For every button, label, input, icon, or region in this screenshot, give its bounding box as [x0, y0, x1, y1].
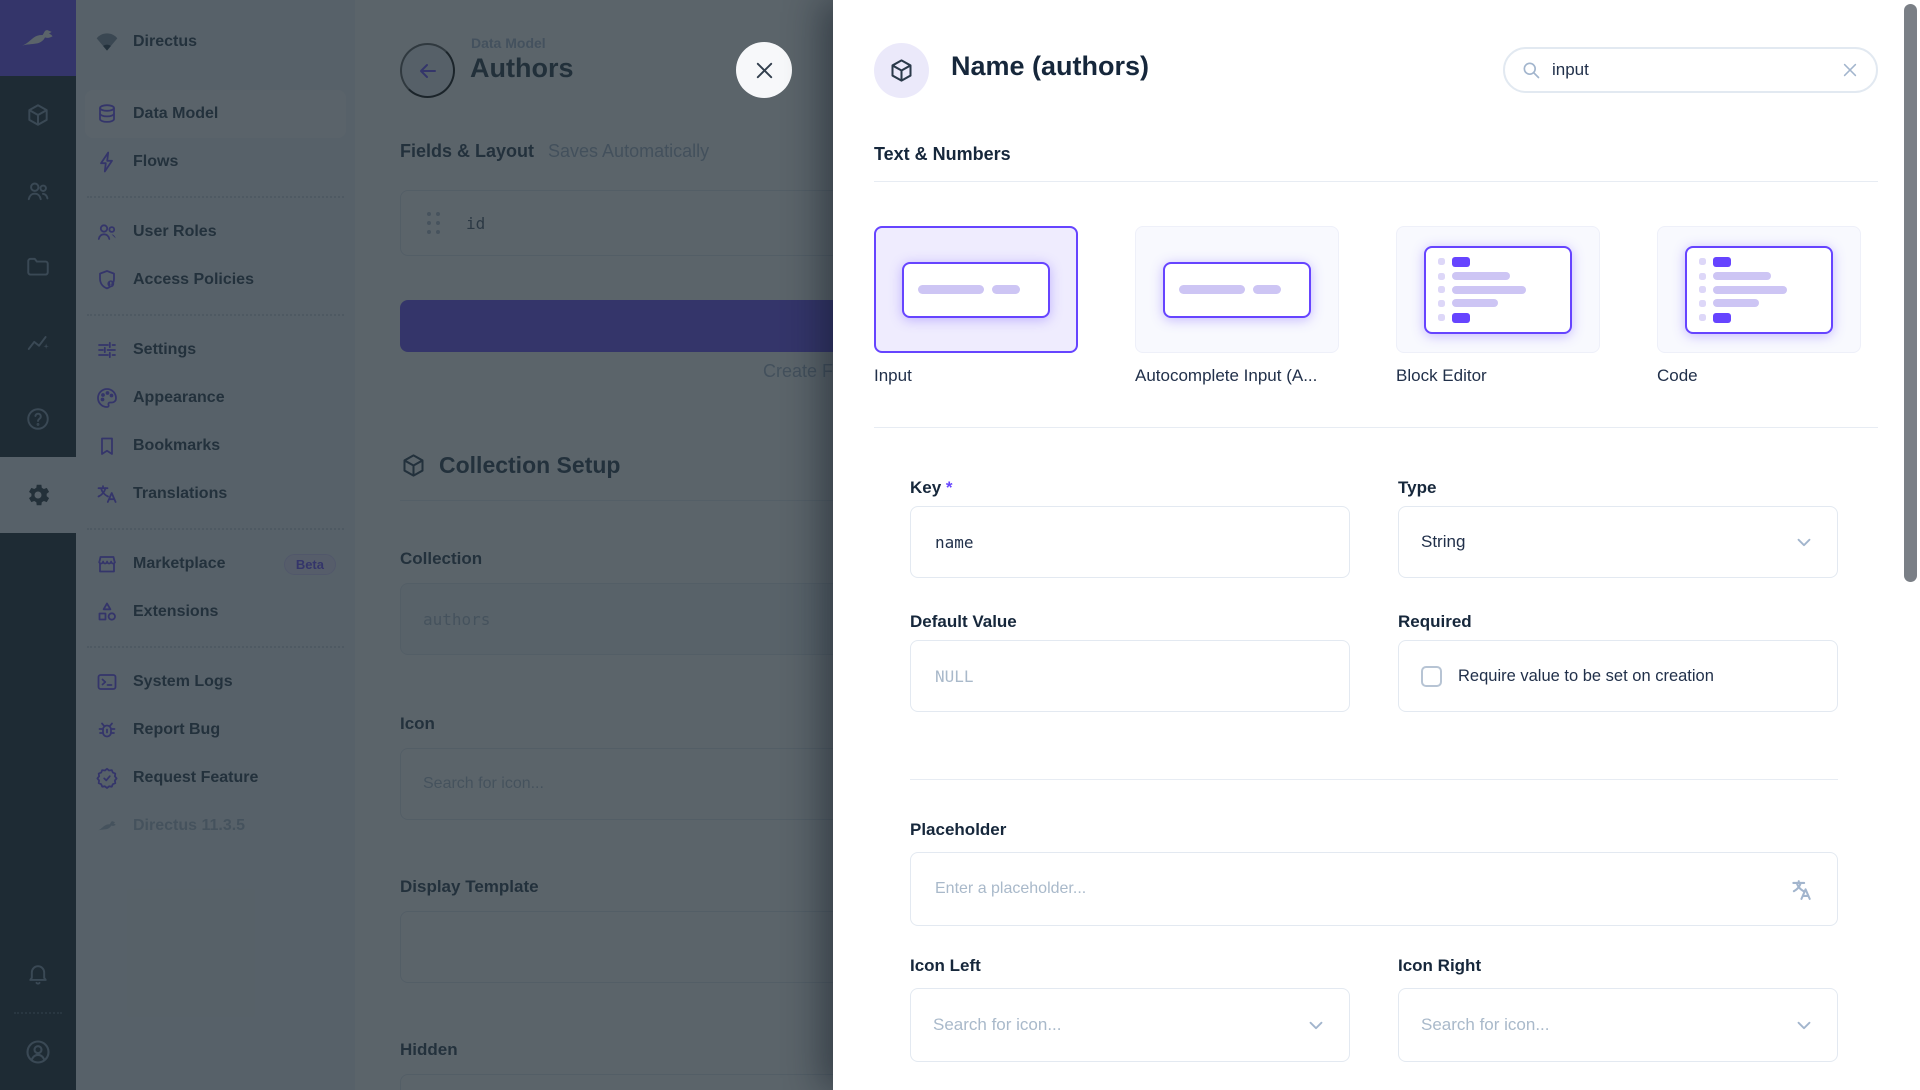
icon-left-placeholder: Search for icon...	[933, 1015, 1062, 1035]
required-field: Require value to be set on creation	[1398, 640, 1838, 712]
icon-right-label: Icon Right	[1398, 956, 1481, 976]
chevron-down-icon	[1793, 1014, 1815, 1036]
translate-icon[interactable]	[1789, 877, 1815, 903]
required-checkbox-label: Require value to be set on creation	[1458, 667, 1714, 686]
drawer-close-button[interactable]	[736, 42, 792, 98]
required-mark: *	[946, 478, 953, 497]
icon-left-select[interactable]: Search for icon...	[910, 988, 1350, 1062]
type-value: String	[1421, 532, 1465, 552]
scrollbar[interactable]	[1904, 4, 1917, 582]
required-label: Required	[1398, 612, 1472, 632]
icon-right-placeholder: Search for icon...	[1421, 1015, 1550, 1035]
icon-left-label: Icon Left	[910, 956, 981, 976]
chevron-down-icon	[1305, 1014, 1327, 1036]
drawer-overlay[interactable]	[0, 0, 833, 1090]
type-select[interactable]: String	[1398, 506, 1838, 578]
field-config-drawer: Name (authors) Text & Numbers Input Auto…	[833, 0, 1920, 1090]
key-input[interactable]	[911, 507, 1349, 577]
divider	[910, 779, 1838, 780]
field-options-form: Key * Type String Default Value Required…	[910, 0, 1838, 1090]
default-value-label: Default Value	[910, 612, 1017, 632]
chevron-down-icon	[1793, 531, 1815, 553]
required-checkbox[interactable]	[1421, 666, 1442, 687]
default-value-input[interactable]	[911, 641, 1349, 711]
type-label: Type	[1398, 478, 1436, 498]
placeholder-input[interactable]	[911, 853, 1837, 925]
icon-right-select[interactable]: Search for icon...	[1398, 988, 1838, 1062]
placeholder-label: Placeholder	[910, 820, 1006, 840]
key-label: Key *	[910, 478, 953, 498]
close-icon	[753, 59, 776, 82]
clear-search-icon[interactable]	[1840, 60, 1860, 80]
